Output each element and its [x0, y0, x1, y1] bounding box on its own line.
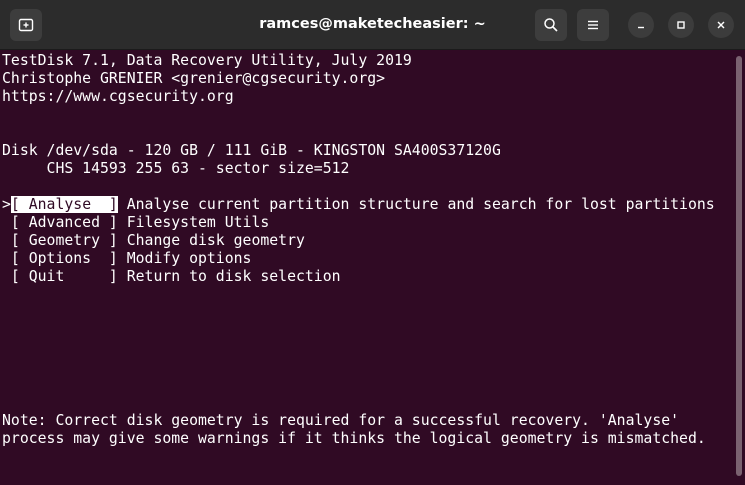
- menu-button[interactable]: [577, 9, 609, 41]
- chs-info-line: CHS 14593 255 63 - sector size=512: [2, 160, 350, 177]
- maximize-icon: [677, 21, 685, 29]
- analyse-button[interactable]: [ Analyse ]: [10, 196, 118, 213]
- menu-item-advanced[interactable]: [ Advanced ] Filesystem Utils: [2, 214, 269, 232]
- hamburger-menu-icon: [588, 20, 598, 30]
- menu-item-analyse[interactable]: >[ Analyse ] Analyse current partition s…: [2, 196, 715, 214]
- menu-item-options[interactable]: [ Options ] Modify options: [2, 250, 252, 268]
- selection-cursor: >: [2, 196, 11, 213]
- terminal-window: ramces@maketecheasier: ~ TestDisk 7.1, D…: [0, 0, 745, 485]
- quit-description: Return to disk selection: [117, 268, 341, 285]
- vertical-scrollbar[interactable]: [731, 50, 745, 485]
- advanced-button[interactable]: [ Advanced ]: [2, 214, 118, 231]
- testdisk-version-line: TestDisk 7.1, Data Recovery Utility, Jul…: [2, 52, 412, 69]
- title-bar: ramces@maketecheasier: ~: [0, 0, 745, 50]
- author-line: Christophe GRENIER <grenier@cgsecurity.o…: [2, 70, 386, 87]
- options-button[interactable]: [ Options ]: [2, 250, 118, 267]
- disk-info-line: Disk /dev/sda - 120 GB / 111 GiB - KINGS…: [2, 142, 501, 159]
- geometry-button[interactable]: [ Geometry ]: [2, 232, 118, 249]
- geometry-description: Change disk geometry: [117, 232, 305, 249]
- search-button[interactable]: [535, 9, 567, 41]
- website-line: https://www.cgsecurity.org: [2, 88, 234, 105]
- new-tab-button[interactable]: [10, 9, 42, 41]
- menu-item-quit[interactable]: [ Quit ] Return to disk selection: [2, 268, 341, 286]
- maximize-button[interactable]: [668, 12, 694, 38]
- terminal-output[interactable]: TestDisk 7.1, Data Recovery Utility, Jul…: [0, 50, 731, 485]
- menu-item-geometry[interactable]: [ Geometry ] Change disk geometry: [2, 232, 305, 250]
- close-icon: [717, 21, 725, 29]
- note-line-1: Note: Correct disk geometry is required …: [2, 412, 680, 429]
- search-icon: [544, 18, 558, 32]
- options-description: Modify options: [117, 250, 252, 267]
- minimize-icon: [638, 26, 644, 29]
- note-line-2: process may give some warnings if it thi…: [2, 430, 706, 447]
- analyse-description: Analyse current partition structure and …: [117, 196, 715, 213]
- scrollbar-thumb[interactable]: [736, 56, 742, 476]
- quit-button[interactable]: [ Quit ]: [2, 268, 118, 285]
- advanced-description: Filesystem Utils: [117, 214, 270, 231]
- minimize-button[interactable]: [628, 12, 654, 38]
- new-tab-icon: [18, 18, 34, 32]
- close-button[interactable]: [708, 12, 734, 38]
